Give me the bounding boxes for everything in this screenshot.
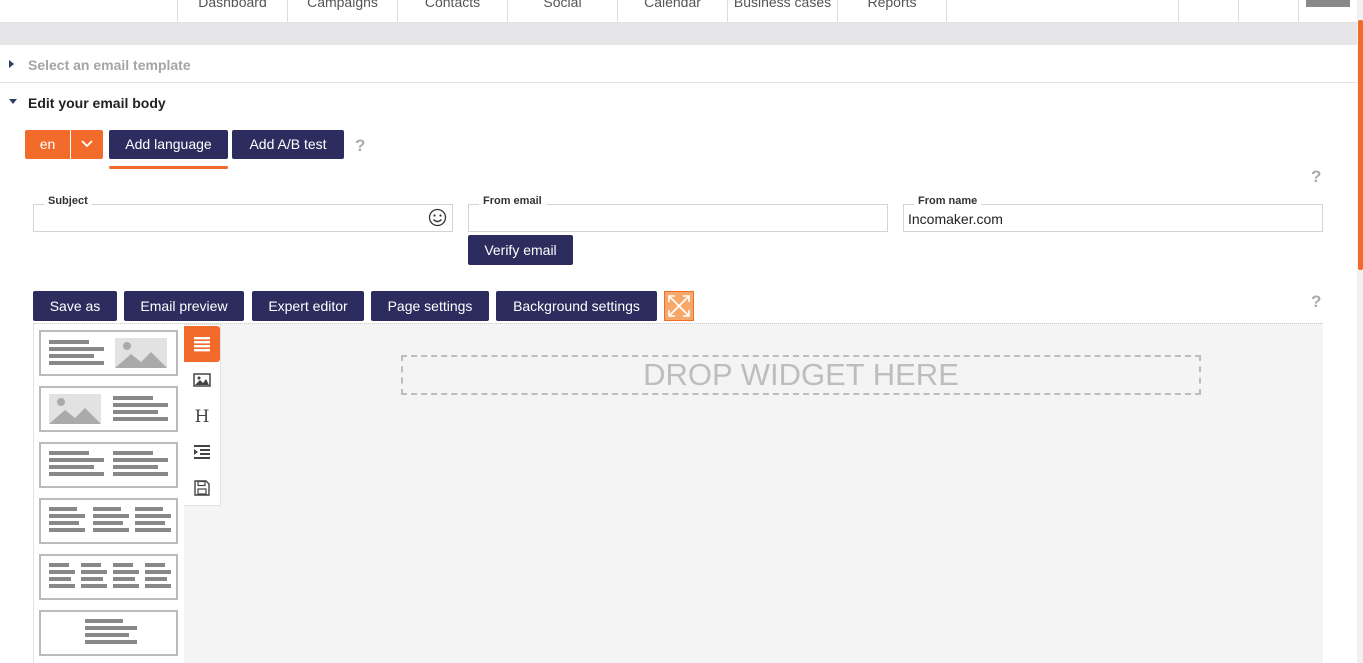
email-preview-button[interactable]: Email preview <box>124 291 244 321</box>
section-select-template[interactable]: Select an email template <box>0 45 1357 83</box>
caret-down-icon <box>9 99 17 104</box>
nav-icon-slot[interactable] <box>1178 0 1238 22</box>
page-settings-button[interactable]: Page settings <box>371 291 489 321</box>
save-as-button[interactable]: Save as <box>33 291 117 321</box>
svg-text:H: H <box>195 407 210 425</box>
active-underline <box>109 166 228 169</box>
nav-tab-reports[interactable]: Reports <box>837 0 947 22</box>
widget-toolbar: H <box>184 324 221 506</box>
heading-icon: H <box>195 407 210 425</box>
expand-icon <box>668 295 690 317</box>
verify-email-button[interactable]: Verify email <box>468 235 573 265</box>
heading-widget-tab[interactable]: H <box>184 398 220 434</box>
chevron-down-icon <box>81 140 93 148</box>
from-name-label: From name <box>914 195 982 207</box>
save-icon <box>194 480 210 496</box>
section-edit-body[interactable]: Edit your email body <box>0 83 1357 121</box>
layout-preview <box>85 619 137 644</box>
layout-four-columns[interactable] <box>39 554 178 600</box>
top-navigation: Dashboard Campaigns Contacts Social Cale… <box>0 0 1357 23</box>
nav-tab-social[interactable]: Social <box>507 0 617 22</box>
nav-icon-slot[interactable] <box>1238 0 1298 22</box>
indent-icon <box>194 445 210 459</box>
app-root: Dashboard Campaigns Contacts Social Cale… <box>0 0 1363 663</box>
background-settings-button[interactable]: Background settings <box>496 291 657 321</box>
drop-widget-zone[interactable]: DROP WIDGET HERE <box>401 355 1201 395</box>
layout-preview <box>49 507 171 532</box>
scrollbar-thumb[interactable] <box>1358 20 1363 270</box>
layout-three-columns[interactable] <box>39 498 178 544</box>
help-icon[interactable]: ? <box>355 136 365 156</box>
help-icon[interactable]: ? <box>1311 292 1321 312</box>
nav-tab-dashboard[interactable]: Dashboard <box>177 0 287 22</box>
help-icon[interactable]: ? <box>1311 167 1321 187</box>
layout-single-column[interactable] <box>39 610 178 656</box>
expert-editor-button[interactable]: Expert editor <box>252 291 364 321</box>
rows-icon <box>194 337 210 352</box>
layout-text-image[interactable] <box>39 330 178 376</box>
subject-field[interactable] <box>33 204 453 232</box>
layout-preview <box>49 563 171 588</box>
from-name-field[interactable]: Incomaker.com <box>903 204 1323 232</box>
fullscreen-toggle[interactable] <box>664 291 694 321</box>
nav-tab-business-cases[interactable]: Business cases <box>727 0 837 22</box>
from-email-label: From email <box>479 195 546 207</box>
add-ab-test-button[interactable]: Add A/B test <box>232 130 344 159</box>
caret-right-icon <box>9 60 14 68</box>
nav-tab-contacts[interactable]: Contacts <box>397 0 507 22</box>
header-divider-bar <box>0 23 1357 45</box>
text-widget-tab[interactable] <box>184 434 220 470</box>
image-icon <box>193 373 211 387</box>
from-email-field[interactable] <box>468 204 888 232</box>
saved-widget-tab[interactable] <box>184 470 220 506</box>
section-title: Select an email template <box>28 57 191 73</box>
language-select[interactable]: en <box>25 130 70 159</box>
layout-preview <box>49 451 168 476</box>
add-language-button[interactable]: Add language <box>109 130 228 159</box>
image-widget-tab[interactable] <box>184 362 220 398</box>
emoji-icon[interactable] <box>428 208 447 227</box>
layout-two-columns[interactable] <box>39 442 178 488</box>
section-title: Edit your email body <box>28 95 166 111</box>
subject-label: Subject <box>44 195 92 207</box>
nav-tab-campaigns[interactable]: Campaigns <box>287 0 397 22</box>
layout-image-text[interactable] <box>39 386 178 432</box>
avatar[interactable] <box>1306 0 1350 7</box>
layouts-tab[interactable] <box>184 326 220 362</box>
layout-preview <box>49 338 167 368</box>
layout-preview <box>49 394 168 424</box>
nav-tab-calendar[interactable]: Calendar <box>617 0 727 22</box>
language-dropdown-button[interactable] <box>71 130 103 159</box>
